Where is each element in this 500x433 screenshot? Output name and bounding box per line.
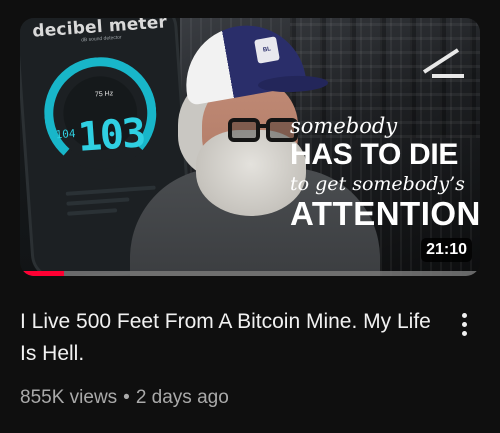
cap-logo: BL xyxy=(254,36,280,64)
quote-line-2: HAS TO DIE xyxy=(290,138,459,171)
more-dot xyxy=(461,312,467,318)
video-card: decibel meter dB sound detector 75 Hz 10… xyxy=(0,0,500,433)
quote-line-4: ATTENTION xyxy=(290,195,480,232)
video-thumbnail[interactable]: decibel meter dB sound detector 75 Hz 10… xyxy=(20,18,480,276)
meter-small-reading: 104 xyxy=(55,127,76,142)
more-dot xyxy=(461,330,467,336)
cap xyxy=(176,18,308,106)
glasses-left-lens xyxy=(228,118,260,142)
watch-progress-bar xyxy=(20,271,480,276)
more-vert-icon[interactable] xyxy=(450,306,478,342)
meta-separator: • xyxy=(123,387,130,408)
watch-progress-fill xyxy=(20,271,64,276)
view-count: 855K views xyxy=(20,387,118,408)
thumbnail-quote: somebody HAS TO DIE to get somebody’s AT… xyxy=(290,114,480,232)
video-metadata: 855K views • 2 days ago xyxy=(20,387,229,409)
meter-unit: 75 Hz xyxy=(94,90,114,99)
upload-age: 2 days ago xyxy=(135,387,229,408)
video-title[interactable]: I Live 500 Feet From A Bitcoin Mine. My … xyxy=(20,306,440,370)
thumbnail-image: decibel meter dB sound detector 75 Hz 10… xyxy=(20,18,480,276)
duration-badge: 21:10 xyxy=(421,238,472,262)
quote-line-1: somebody xyxy=(290,114,398,138)
more-dot xyxy=(461,321,467,327)
quote-line-3: to get somebody’s xyxy=(290,173,465,195)
arrow-graphic-icon xyxy=(422,48,464,78)
